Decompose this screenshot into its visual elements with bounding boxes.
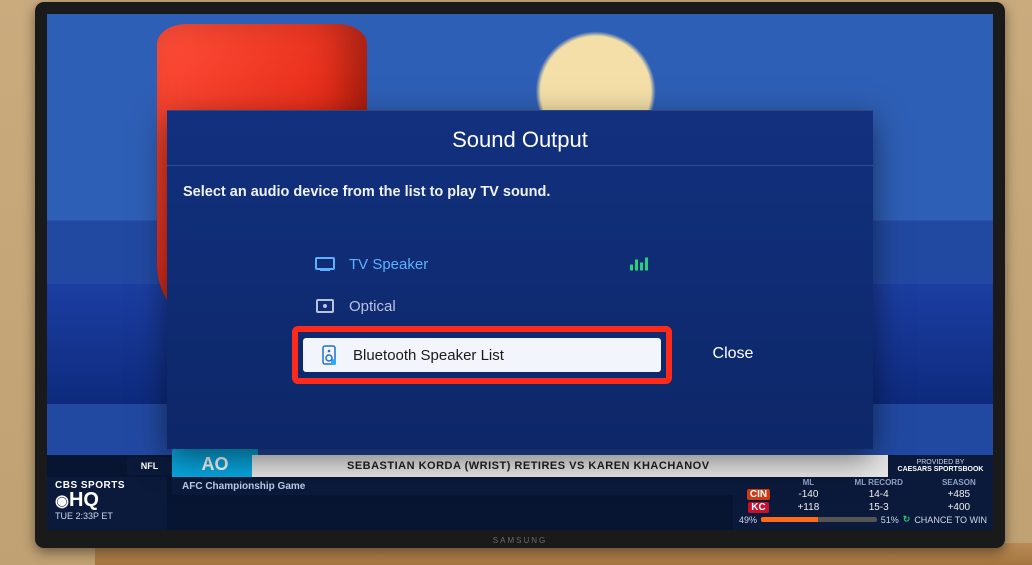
- audio-level-icon: [630, 258, 648, 271]
- dialog-title: Sound Output: [167, 111, 873, 166]
- odds-season: +400: [925, 501, 993, 514]
- news-subline: AFC Championship Game: [172, 477, 753, 495]
- option-label: Bluetooth Speaker List: [353, 347, 504, 364]
- chance-to-win-label: CHANCE TO WIN: [914, 515, 987, 525]
- odds-row: CIN -140 14-4 +485: [733, 488, 993, 501]
- odds-rec: 14-4: [833, 488, 925, 501]
- odds-season: +485: [925, 488, 993, 501]
- sound-output-dialog: Sound Output Select an audio device from…: [167, 110, 873, 449]
- australian-open-badge: AO: [172, 447, 258, 481]
- win-probability-bar: 49% 51% ↻ CHANCE TO WIN: [733, 514, 993, 525]
- broadcast-clock: TUE 2:33P ET: [55, 511, 159, 521]
- tv-icon: [315, 256, 335, 272]
- odds-provider: PROVIDED BY CAESARS SPORTSBOOK: [888, 455, 993, 477]
- odds-header-ml: ML: [784, 477, 833, 488]
- bluetooth-speaker-icon: [319, 347, 339, 363]
- tv-screen: NFL AO SEBASTIAN KORDA (WRIST) RETIRES V…: [47, 14, 993, 530]
- close-button[interactable]: Close: [663, 336, 803, 372]
- team-symbol: CIN: [747, 489, 770, 500]
- option-optical[interactable]: Optical: [299, 285, 664, 327]
- odds-header-rec: ML RECORD: [833, 477, 925, 488]
- news-headline: SEBASTIAN KORDA (WRIST) RETIRES VS KAREN…: [347, 460, 710, 472]
- news-ticker: SEBASTIAN KORDA (WRIST) RETIRES VS KAREN…: [252, 455, 993, 477]
- tv-brand-label: SAMSUNG: [493, 536, 547, 545]
- optical-icon: [315, 298, 335, 314]
- odds-row: KC +118 15-3 +400: [733, 501, 993, 514]
- tv-frame: NFL AO SEBASTIAN KORDA (WRIST) RETIRES V…: [35, 2, 1005, 548]
- dialog-subtitle: Select an audio device from the list to …: [167, 166, 873, 210]
- team-symbol: KC: [748, 502, 768, 513]
- option-label: TV Speaker: [349, 256, 428, 273]
- option-label: Optical: [349, 298, 396, 315]
- odds-header-season: SEASON: [925, 477, 993, 488]
- odds-rec: 15-3: [833, 501, 925, 514]
- provider-name: CAESARS SPORTSBOOK: [888, 466, 993, 473]
- audio-device-list: TV Speaker Optical: [299, 243, 664, 327]
- nfl-tag: NFL: [127, 457, 172, 475]
- win-left-pct: 49%: [739, 515, 757, 525]
- option-tv-speaker[interactable]: TV Speaker: [299, 243, 664, 285]
- win-right-pct: 51%: [881, 515, 899, 525]
- network-logo-block: CBS SPORTS ◉HQ TUE 2:33P ET: [47, 477, 167, 530]
- network-hq: HQ: [69, 489, 99, 511]
- option-bluetooth-speaker-list[interactable]: Bluetooth Speaker List: [303, 338, 661, 372]
- tutorial-highlight-box: Bluetooth Speaker List: [292, 326, 672, 384]
- provider-label: PROVIDED BY: [888, 459, 993, 466]
- betting-odds-panel: ML ML RECORD SEASON CIN -140 14-4 +485 K…: [733, 477, 993, 530]
- broadcast-lower-third: NFL AO SEBASTIAN KORDA (WRIST) RETIRES V…: [47, 455, 993, 530]
- odds-ml: -140: [784, 488, 833, 501]
- odds-ml: +118: [784, 501, 833, 514]
